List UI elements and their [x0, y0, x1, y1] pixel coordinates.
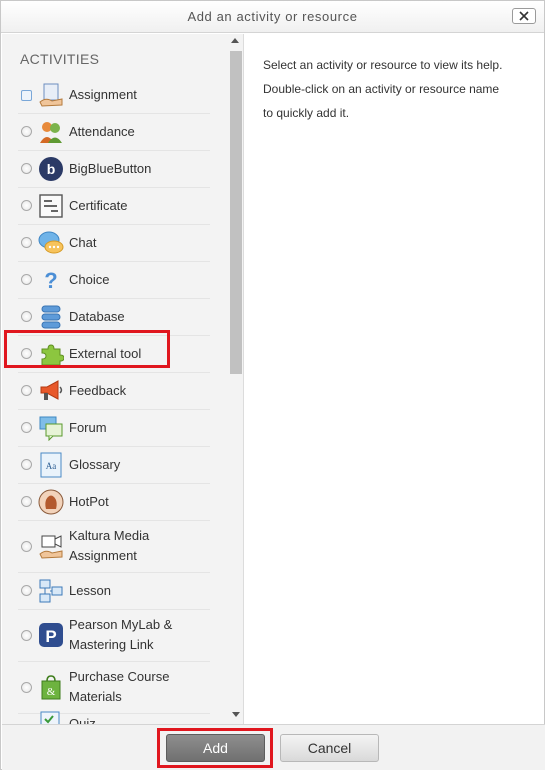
item-label: Feedback: [69, 383, 127, 398]
glossary-icon: Aa: [40, 452, 62, 478]
forum-icon: [39, 416, 63, 441]
list-item-purchase-course-materials[interactable]: & Purchase Course Materials: [18, 662, 210, 714]
radio-chat[interactable]: [21, 237, 32, 248]
item-label: Kaltura Media: [69, 528, 150, 543]
radio-lesson[interactable]: [21, 585, 32, 596]
item-label: Chat: [69, 235, 97, 250]
item-label: Pearson MyLab &: [69, 617, 173, 632]
scrollbar-thumb[interactable]: [230, 51, 242, 374]
pearson-icon: P: [39, 623, 63, 647]
choice-icon: ?: [44, 268, 57, 293]
hotpot-icon: [38, 489, 64, 515]
quiz-icon: [40, 711, 60, 724]
list-item-lesson[interactable]: Lesson: [18, 573, 210, 610]
attendance-icon: [40, 122, 62, 143]
item-label: Quiz: [69, 716, 96, 724]
item-label: External tool: [69, 346, 142, 361]
item-label: Forum: [69, 420, 107, 435]
item-label: Database: [69, 309, 125, 324]
scroll-down-arrow-icon[interactable]: [232, 712, 240, 717]
list-item-quiz[interactable]: Quiz: [18, 711, 210, 724]
radio-choice[interactable]: [21, 274, 32, 285]
radio-assignment[interactable]: [21, 90, 32, 101]
radio-pearson-mylab[interactable]: [21, 630, 32, 641]
list-item-external-tool[interactable]: External tool: [18, 336, 210, 373]
add-button[interactable]: Add: [166, 734, 265, 762]
help-text-line: Double-click on an activity or resource …: [263, 82, 500, 96]
svg-text:?: ?: [44, 268, 57, 293]
help-text: Select an activity or resource to view i…: [263, 53, 533, 125]
list-item-certificate[interactable]: Certificate: [18, 188, 210, 225]
database-icon: [41, 305, 61, 329]
radio-external-tool[interactable]: [21, 348, 32, 359]
help-text-line: Select an activity or resource to view i…: [263, 58, 503, 72]
list-item-forum[interactable]: Forum: [18, 410, 210, 447]
radio-bigbluebutton[interactable]: [21, 163, 32, 174]
item-label: BigBlueButton: [69, 161, 152, 176]
activities-list-pane[interactable]: ACTIVITIES Assignment Attendance b BigBl…: [2, 34, 244, 724]
svg-text:Aa: Aa: [46, 461, 57, 471]
close-icon: [519, 11, 529, 21]
svg-text:&: &: [47, 686, 56, 698]
radio-database[interactable]: [21, 311, 32, 322]
scroll-up-arrow-icon[interactable]: [231, 38, 239, 43]
item-label: Attendance: [69, 124, 135, 139]
radio-hotpot[interactable]: [21, 496, 32, 507]
help-text-line: to quickly add it.: [263, 106, 350, 120]
radio-forum[interactable]: [21, 422, 32, 433]
kaltura-icon: [39, 535, 63, 559]
close-button[interactable]: [512, 8, 536, 24]
list-item-assignment[interactable]: Assignment: [18, 77, 210, 114]
radio-certificate[interactable]: [21, 200, 32, 211]
radio-purchase-course-materials[interactable]: [21, 682, 32, 693]
list-item-bigbluebutton[interactable]: b BigBlueButton: [18, 151, 210, 188]
chat-icon: [38, 231, 64, 254]
list-item-hotpot[interactable]: HotPot: [18, 484, 210, 521]
item-label: HotPot: [69, 494, 109, 509]
radio-glossary[interactable]: [21, 459, 32, 470]
item-label: Glossary: [69, 457, 121, 472]
list-item-feedback[interactable]: Feedback: [18, 373, 210, 410]
radio-kaltura-media-assignment[interactable]: [21, 541, 32, 552]
certificate-icon: [39, 194, 63, 218]
item-label: Mastering Link: [69, 637, 154, 652]
item-label: Choice: [69, 272, 110, 287]
lesson-icon: [39, 579, 63, 603]
svg-text:P: P: [45, 627, 56, 646]
assignment-icon: [39, 83, 63, 107]
feedback-icon: [40, 380, 63, 400]
item-label: Certificate: [69, 198, 128, 213]
purchase-icon: &: [41, 675, 61, 700]
list-item-glossary[interactable]: Aa Glossary: [18, 447, 210, 484]
list-item-pearson-mylab[interactable]: P Pearson MyLab & Mastering Link: [18, 610, 210, 662]
dialog-title: Add an activity or resource: [187, 9, 358, 24]
external-tool-icon: [41, 344, 64, 366]
list-item-kaltura-media-assignment[interactable]: Kaltura Media Assignment: [18, 521, 210, 573]
list-item-database[interactable]: Database: [18, 299, 210, 336]
dialog-footer: Add Cancel: [2, 724, 545, 770]
radio-attendance[interactable]: [21, 126, 32, 137]
item-label: Assignment: [69, 87, 137, 102]
add-activity-dialog: Add an activity or resource ACTIVITIES A…: [0, 0, 545, 770]
list-item-attendance[interactable]: Attendance: [18, 114, 210, 151]
radio-feedback[interactable]: [21, 385, 32, 396]
activities-heading: ACTIVITIES: [20, 51, 100, 67]
list-item-choice[interactable]: ? Choice: [18, 262, 210, 299]
bigbluebutton-icon: b: [39, 157, 63, 181]
item-label: Assignment: [69, 548, 137, 563]
item-label: Lesson: [69, 583, 111, 598]
cancel-button[interactable]: Cancel: [280, 734, 379, 762]
item-label: Purchase Course: [69, 669, 170, 684]
list-item-chat[interactable]: Chat: [18, 225, 210, 262]
dialog-titlebar: Add an activity or resource: [1, 1, 544, 33]
item-label: Materials: [69, 689, 122, 704]
svg-text:b: b: [47, 161, 56, 177]
